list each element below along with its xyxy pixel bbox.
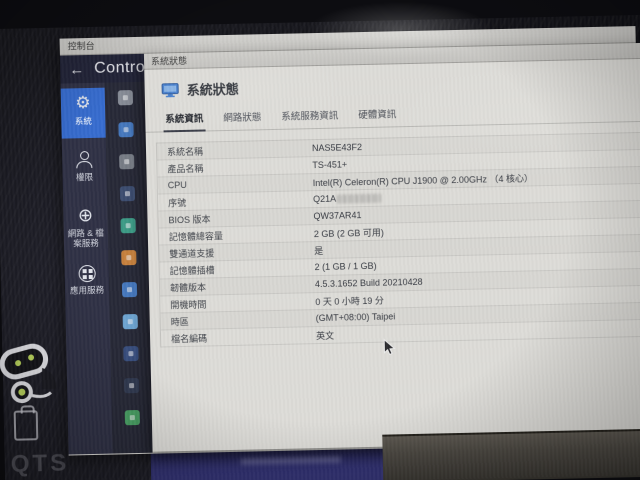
tilted-screen: QTS 控制台 ← Control Panel 系統 [0, 0, 640, 480]
row-value: 2 GB (2 GB 可用) [314, 225, 384, 240]
row-label: 系統名稱 [157, 142, 312, 158]
row-value: 0 天 0 小時 19 分 [315, 293, 384, 307]
row-value: TS-451+ [312, 159, 347, 170]
row-label: CPU [158, 177, 313, 190]
monitor-icon [162, 83, 179, 97]
row-value: (GMT+08:00) Taipei [316, 311, 396, 323]
row-value-text: QW37AR41 [313, 210, 361, 221]
row-value: Q21A [313, 193, 381, 204]
sidebar-item-icon [73, 93, 93, 113]
row-value: NAS5E43F2 [312, 142, 362, 153]
sidebar-item-label: 權限 [76, 172, 93, 182]
row-value-text: 英文 [316, 328, 334, 341]
tab[interactable]: 系統資訊 [163, 108, 206, 132]
sidebar-item-label: 系統 [75, 116, 92, 126]
row-value-text: (GMT+08:00) Taipei [316, 311, 396, 323]
tab-label: 系統資訊 [165, 114, 203, 126]
row-value: Intel(R) Celeron(R) CPU J1900 @ 2.00GHz … [313, 171, 533, 189]
system-status-window: 系統狀態 系統狀態 系統資訊 網路狀態 系統服務資訊 [144, 43, 640, 452]
subitem-icon[interactable] [117, 90, 132, 105]
row-value-text: 2 GB (2 GB 可用) [314, 225, 384, 240]
subitem-icon[interactable] [121, 282, 136, 297]
row-label: BIOS 版本 [158, 210, 313, 226]
row-value: 英文 [316, 328, 334, 341]
row-value-text: 0 天 0 小時 19 分 [315, 293, 384, 307]
system-info-table: 系統名稱 NAS5E43F2 產品名稱 TS-451+ [156, 132, 640, 348]
row-label: 開機時間 [160, 295, 315, 311]
subitem-icon[interactable] [122, 314, 137, 329]
row-label: 記憶體插槽 [159, 261, 314, 277]
sidebar-item-label: 應用服務 [70, 285, 104, 296]
screen-photo: QTS 控制台 ← Control Panel 系統 [0, 0, 640, 480]
system-status-heading: 系統狀態 [186, 79, 238, 99]
sidebar-item[interactable]: 系統 [61, 88, 106, 139]
row-value: 2 (1 GB / 1 GB) [314, 261, 376, 272]
mouse-cursor [383, 338, 395, 361]
row-value-text: Intel(R) Celeron(R) CPU J1900 @ 2.00GHz … [313, 171, 533, 189]
monitor-bezel [382, 429, 640, 480]
row-label: 韌體版本 [160, 278, 315, 294]
subitem-icon[interactable] [118, 122, 133, 137]
tab[interactable]: 系統服務資訊 [279, 106, 340, 129]
row-value: 是 [314, 243, 323, 256]
row-label: 雙通道支援 [159, 244, 314, 260]
row-value: 4.5.3.1652 Build 20210428 [315, 277, 423, 289]
row-label: 產品名稱 [157, 159, 312, 175]
row-value-text: 是 [314, 243, 323, 256]
row-label: 序號 [158, 193, 313, 209]
row-value-text: 4.5.3.1652 Build 20210428 [315, 277, 423, 289]
tab-label: 系統服務資訊 [281, 111, 338, 123]
tab[interactable]: 網路狀態 [221, 107, 263, 130]
row-label: 記憶體總容量 [159, 227, 314, 243]
tab-label: 硬體資訊 [358, 109, 396, 121]
subitem-icon[interactable] [119, 154, 134, 169]
tab-label: 網路狀態 [223, 112, 261, 124]
back-icon[interactable]: ← [69, 61, 84, 78]
subitem-icon[interactable] [119, 186, 134, 201]
sidebar-item-icon [75, 205, 95, 225]
row-label: 時區 [161, 312, 316, 328]
sidebar-item[interactable]: 應用服務 [64, 260, 109, 311]
sidebar-item-icon [74, 149, 94, 169]
subitem-icon[interactable] [124, 410, 139, 425]
sidebar-item-icon [78, 265, 95, 282]
subitem-icon[interactable] [123, 378, 138, 393]
row-label: 檔名編碼 [161, 329, 316, 345]
briefcase-icon [14, 410, 39, 441]
sidebar-item-label: 網路 & 檔案服務 [66, 228, 106, 249]
row-value-text: Q21A [313, 194, 336, 204]
sidebar-item[interactable]: 網路 & 檔案服務 [63, 200, 108, 255]
qts-logo: QTS [11, 450, 70, 479]
subitem-icon[interactable] [123, 346, 138, 361]
sidebar-item[interactable]: 權限 [62, 144, 107, 195]
subitem-icon[interactable] [121, 250, 136, 265]
row-value-text: NAS5E43F2 [312, 142, 362, 153]
row-value: QW37AR41 [313, 210, 361, 221]
tab[interactable]: 硬體資訊 [356, 104, 398, 127]
row-value-text: TS-451+ [312, 159, 347, 170]
subitem-icon[interactable] [120, 218, 135, 233]
row-value-text: 2 (1 GB / 1 GB) [314, 261, 376, 272]
redacted-serial-blur [337, 193, 381, 203]
